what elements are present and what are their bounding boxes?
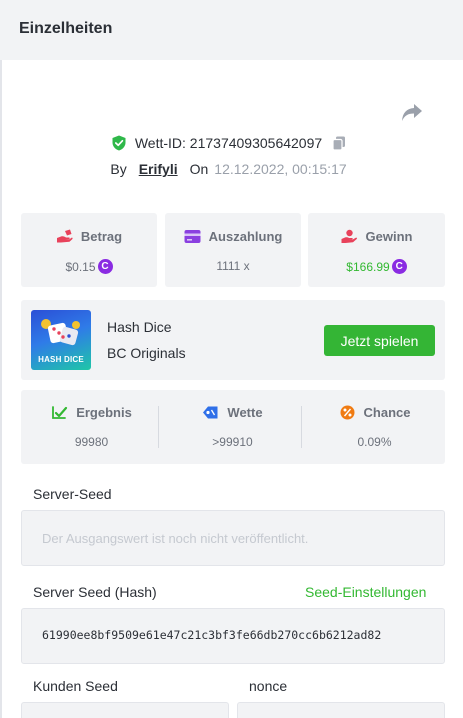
on-label: On bbox=[189, 161, 209, 177]
bet-column: Wette >99910 bbox=[162, 390, 303, 464]
bet-tag-icon bbox=[203, 406, 218, 419]
seed-settings-link[interactable]: Seed-Einstellungen bbox=[305, 584, 426, 600]
nonce-label: nonce bbox=[249, 678, 288, 694]
game-provider: BC Originals bbox=[107, 345, 186, 361]
profit-value: $166.99 bbox=[346, 259, 390, 274]
bet-id-row: Wett-ID: 21737409305642097 bbox=[0, 133, 463, 153]
share-icon[interactable] bbox=[401, 103, 423, 123]
dice-icon bbox=[41, 319, 80, 346]
copy-icon[interactable] bbox=[332, 136, 346, 151]
divider bbox=[158, 406, 159, 448]
client-seed-label: Kunden Seed bbox=[33, 678, 118, 694]
amount-card: Betrag $0.15 C bbox=[21, 213, 157, 287]
percent-icon bbox=[340, 405, 355, 420]
game-thumbnail-label: HASH DICE bbox=[38, 355, 84, 364]
chance-column: Chance 0.09% bbox=[304, 390, 445, 464]
server-hash-field[interactable]: 61990ee8bf9509e61e47c21c3bf3fe66db270cc6… bbox=[21, 608, 445, 664]
shield-check-icon bbox=[112, 135, 126, 151]
game-thumbnail[interactable]: HASH DICE bbox=[31, 310, 91, 370]
result-check-icon bbox=[52, 406, 68, 419]
bet-amount-icon bbox=[56, 229, 73, 243]
username-link[interactable]: Erifyli bbox=[139, 161, 178, 177]
bet-value: >99910 bbox=[212, 435, 253, 449]
coin-icon: C bbox=[391, 259, 407, 274]
payout-label: Auszahlung bbox=[208, 229, 283, 244]
payout-value: 1111 x bbox=[216, 259, 250, 273]
result-card: Ergebnis 99980 Wette >99910 Chance 0.09% bbox=[21, 390, 445, 464]
chance-value: 0.09% bbox=[357, 435, 392, 449]
profit-label: Gewinn bbox=[365, 229, 413, 244]
client-seed-field[interactable] bbox=[21, 702, 229, 718]
outcome-label: Ergebnis bbox=[76, 405, 132, 420]
server-hash-value: 61990ee8bf9509e61e47c21c3bf3fe66db270cc6… bbox=[42, 628, 382, 642]
server-seed-field[interactable]: Der Ausgangswert ist noch nicht veröffen… bbox=[21, 510, 445, 566]
bet-meta-row: By Erifyli On 12.12.2022, 00:15:17 bbox=[0, 159, 463, 179]
modal-title: Einzelheiten bbox=[19, 20, 113, 37]
chance-label: Chance bbox=[363, 405, 411, 420]
nonce-field[interactable] bbox=[237, 702, 445, 718]
card-icon bbox=[184, 230, 201, 243]
game-name: Hash Dice bbox=[107, 319, 172, 335]
modal-header: Einzelheiten bbox=[0, 0, 463, 60]
divider bbox=[301, 406, 302, 448]
by-label: By bbox=[110, 161, 127, 177]
payout-card: Auszahlung 1111 x bbox=[165, 213, 301, 287]
amount-value: $0.15 bbox=[65, 259, 96, 274]
bet-label: Wette bbox=[227, 405, 263, 420]
server-hash-label: Server Seed (Hash) bbox=[33, 584, 157, 600]
bet-id: Wett-ID: 21737409305642097 bbox=[134, 135, 323, 151]
coin-icon: C bbox=[97, 259, 113, 274]
bet-date: 12.12.2022, 00:15:17 bbox=[214, 161, 347, 177]
server-seed-placeholder: Der Ausgangswert ist noch nicht veröffen… bbox=[42, 531, 309, 546]
amount-label: Betrag bbox=[80, 229, 123, 244]
profit-hand-icon bbox=[341, 229, 357, 243]
play-now-button[interactable]: Jetzt spielen bbox=[324, 325, 435, 356]
server-seed-label: Server-Seed bbox=[33, 486, 112, 502]
outcome-column: Ergebnis 99980 bbox=[21, 390, 162, 464]
game-card: HASH DICE Hash Dice BC Originals Jetzt s… bbox=[21, 300, 445, 380]
profit-card: Gewinn $166.99 C bbox=[308, 213, 445, 287]
outcome-value: 99980 bbox=[74, 435, 109, 449]
